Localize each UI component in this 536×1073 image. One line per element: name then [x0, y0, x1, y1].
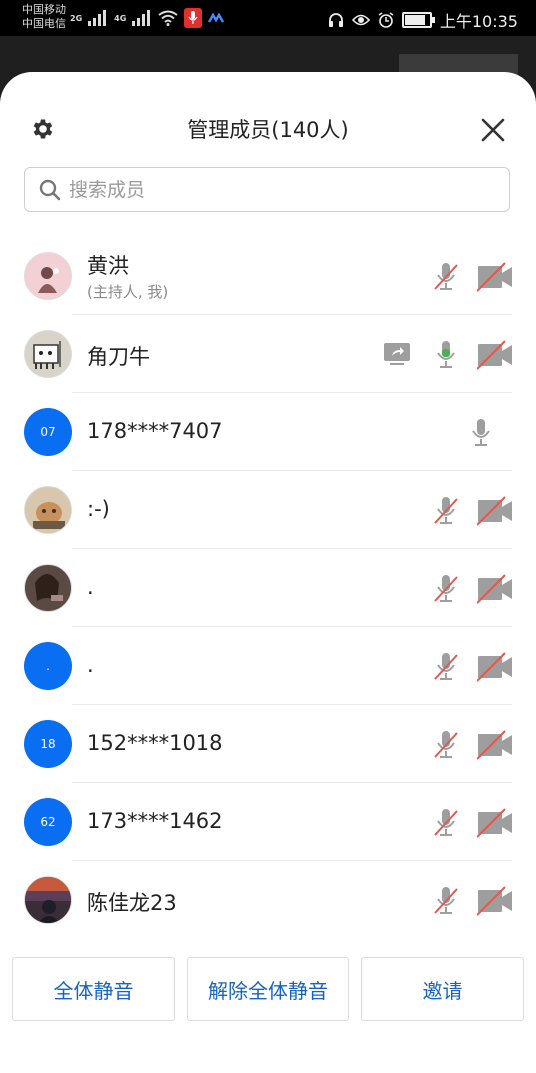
- video-off-icon[interactable]: [477, 495, 513, 527]
- video-off-icon[interactable]: [477, 339, 513, 371]
- member-row[interactable]: 陈佳龙23: [0, 861, 536, 939]
- member-name: .: [87, 653, 94, 677]
- mic-icon[interactable]: [468, 417, 494, 449]
- mic-muted-icon[interactable]: [433, 573, 459, 605]
- video-off-icon[interactable]: [477, 261, 513, 293]
- avatar: 62: [24, 798, 72, 846]
- member-row[interactable]: 18 152****1018: [0, 705, 536, 783]
- avatar: [24, 876, 72, 924]
- action-bar: 全体静音 解除全体静音 邀请: [0, 957, 536, 1023]
- signal-icon: [88, 10, 108, 26]
- status-right-icons: 上午10:35: [328, 8, 518, 32]
- app-notification-icon: [208, 13, 225, 23]
- screen-share-icon[interactable]: [383, 342, 411, 368]
- member-name: 178****7407: [87, 419, 223, 443]
- avatar: [24, 330, 72, 378]
- battery-icon: [401, 12, 435, 28]
- member-row[interactable]: .: [0, 549, 536, 627]
- video-off-icon[interactable]: [477, 573, 513, 605]
- video-off-icon[interactable]: [477, 729, 513, 761]
- network-label-1: 2G: [70, 13, 83, 23]
- mic-muted-icon[interactable]: [433, 261, 459, 293]
- avatar: 07: [24, 408, 72, 456]
- member-name: :-): [87, 497, 110, 521]
- search-box[interactable]: [24, 167, 510, 212]
- avatar: [24, 486, 72, 534]
- avatar: 18: [24, 720, 72, 768]
- mic-muted-icon[interactable]: [433, 651, 459, 683]
- page-title: 管理成员(140人): [187, 118, 349, 142]
- status-left-icons: 2G 4G: [70, 8, 225, 28]
- wifi-icon: [158, 10, 178, 26]
- eye-icon: [351, 14, 370, 26]
- video-off-icon[interactable]: [477, 807, 513, 839]
- video-off-icon[interactable]: [477, 885, 513, 917]
- member-name: 黄洪: [87, 254, 129, 278]
- mic-active-icon[interactable]: [433, 339, 459, 371]
- search-input[interactable]: [67, 174, 491, 206]
- member-name: 152****1018: [87, 731, 223, 755]
- invite-button[interactable]: 邀请: [361, 957, 524, 1021]
- clock-time: 上午10:35: [439, 12, 518, 31]
- close-icon[interactable]: [479, 116, 507, 144]
- member-row[interactable]: 角刀牛: [0, 315, 536, 393]
- member-name: 173****1462: [87, 809, 223, 833]
- member-name: 角刀牛: [87, 345, 150, 369]
- member-row[interactable]: . .: [0, 627, 536, 705]
- member-name: 陈佳龙23: [87, 891, 177, 915]
- alarm-icon: [378, 12, 394, 28]
- network-label-2: 4G: [114, 13, 127, 23]
- carrier-1: 中国移动: [22, 3, 66, 16]
- member-row[interactable]: :-): [0, 471, 536, 549]
- member-row[interactable]: 62 173****1462: [0, 783, 536, 861]
- headset-icon: [328, 13, 343, 27]
- status-bar: 中国移动 中国电信 2G 4G 上午10:35: [0, 0, 536, 36]
- member-role: (主持人, 我): [87, 283, 169, 301]
- avatar: [24, 252, 72, 300]
- member-row[interactable]: 黄洪 (主持人, 我): [0, 237, 536, 315]
- unmute-all-button[interactable]: 解除全体静音: [187, 957, 349, 1021]
- mute-all-button[interactable]: 全体静音: [12, 957, 175, 1021]
- mic-muted-icon[interactable]: [433, 807, 459, 839]
- video-off-icon[interactable]: [477, 651, 513, 683]
- avatar: .: [24, 642, 72, 690]
- carrier-info: 中国移动 中国电信: [22, 3, 66, 31]
- member-name: .: [87, 575, 94, 599]
- member-row[interactable]: 07 178****7407: [0, 393, 536, 471]
- avatar: [24, 564, 72, 612]
- mic-muted-icon[interactable]: [433, 495, 459, 527]
- mic-muted-icon[interactable]: [433, 729, 459, 761]
- signal-icon: [132, 10, 152, 26]
- search-icon: [39, 179, 61, 201]
- manage-members-sheet: 管理成员(140人) 黄洪 (主持人, 我) 角刀牛: [0, 72, 536, 1073]
- mic-muted-icon[interactable]: [433, 885, 459, 917]
- recording-mic-icon: [184, 8, 203, 28]
- carrier-2: 中国电信: [22, 17, 66, 30]
- sheet-header: 管理成员(140人): [0, 72, 536, 162]
